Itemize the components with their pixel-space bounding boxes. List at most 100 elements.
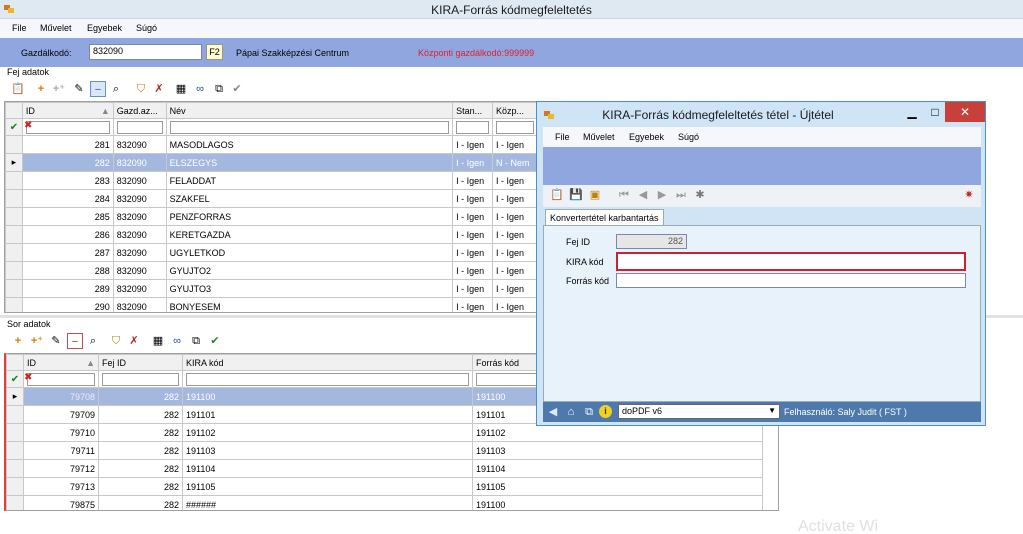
filter-icon[interactable]: ⛉ bbox=[108, 333, 124, 349]
delete-icon[interactable]: − bbox=[67, 333, 83, 349]
filter-apply-icon[interactable]: ✔ bbox=[6, 370, 24, 388]
filter-fej-id-input[interactable] bbox=[102, 372, 179, 386]
table-row-selected[interactable]: ▸ 282 832090 ELSZEGYS I - Igen N - Nem bbox=[5, 153, 538, 172]
table-row[interactable]: 79713 282 191105 191105 bbox=[6, 477, 763, 496]
col-header-kozp[interactable]: Közp... bbox=[492, 102, 538, 119]
table-row[interactable]: 286 832090 KERETGAZDA I - Igen I - Igen bbox=[5, 225, 538, 244]
filter-fej-id[interactable] bbox=[98, 370, 183, 388]
col-header-fej-id[interactable]: Fej ID bbox=[98, 354, 183, 371]
filter-kozp-input[interactable] bbox=[496, 120, 534, 134]
info-icon[interactable]: i bbox=[599, 405, 612, 418]
home-icon[interactable]: ⌂ bbox=[563, 404, 579, 420]
chevron-down-icon[interactable]: ▼ bbox=[768, 406, 776, 415]
run-icon[interactable]: ✱ bbox=[692, 187, 708, 203]
windows-icon[interactable]: ⧉ bbox=[581, 404, 597, 420]
col-header-nev[interactable]: Név bbox=[165, 102, 454, 119]
last-record-icon[interactable]: ⏭ bbox=[673, 187, 689, 203]
table-row[interactable]: 79712 282 191104 191104 bbox=[6, 459, 763, 478]
menu-file[interactable]: File bbox=[12, 23, 27, 33]
export-icon[interactable]: 📋 bbox=[549, 187, 565, 203]
first-record-icon[interactable]: ⏮ bbox=[616, 187, 632, 203]
table-row[interactable]: 284 832090 SZAKFEL I - Igen I - Igen bbox=[5, 189, 538, 208]
filter-kira-input[interactable] bbox=[186, 372, 469, 386]
window-title: KIRA-Forrás kódmegfeleltetés bbox=[431, 3, 592, 17]
filter-id-input[interactable] bbox=[27, 372, 95, 386]
export-icon[interactable]: 📋 bbox=[10, 81, 26, 97]
f2-lookup-button[interactable]: F2 bbox=[206, 44, 223, 60]
filter-clear-icon[interactable]: ✖ bbox=[24, 372, 32, 383]
menu-muvelet[interactable]: Művelet bbox=[40, 23, 72, 33]
table-row[interactable]: 79710 282 191102 191102 bbox=[6, 423, 763, 442]
clear-filter-icon[interactable]: ✗ bbox=[151, 81, 167, 97]
filter-kozp[interactable] bbox=[492, 118, 538, 136]
prev-record-icon[interactable]: ◀ bbox=[635, 187, 651, 203]
delete-icon[interactable]: − bbox=[90, 81, 106, 97]
col-header-gazd[interactable]: Gazd.az... bbox=[112, 102, 167, 119]
search-icon[interactable]: ⌕ bbox=[108, 81, 124, 97]
save-close-icon[interactable]: ▣ bbox=[587, 187, 603, 203]
menu-sugo[interactable]: Súgó bbox=[136, 23, 157, 33]
filter-gazd[interactable] bbox=[112, 118, 167, 136]
copy-icon[interactable]: ⧉ bbox=[188, 333, 204, 349]
add-multiple-icon[interactable]: +⁺ bbox=[29, 333, 45, 349]
table-row[interactable]: 281 832090 MASODLAGOS I - Igen I - Igen bbox=[5, 135, 538, 154]
search-icon[interactable]: ⌕ bbox=[85, 333, 101, 349]
kira-kod-input[interactable] bbox=[616, 252, 966, 271]
clear-filter-icon[interactable]: ✗ bbox=[126, 333, 142, 349]
filter-gazd-input[interactable] bbox=[116, 120, 163, 134]
dialog-title-bar[interactable]: KIRA-Forrás kódmegfeleltetés tétel - Újt… bbox=[537, 102, 985, 127]
filter-clear-icon[interactable]: ✖ bbox=[24, 120, 32, 131]
table-row[interactable]: 79875 282 ###### 191100 bbox=[6, 495, 763, 510]
filter-id[interactable] bbox=[21, 118, 114, 136]
grid-icon[interactable]: ▦ bbox=[173, 81, 189, 97]
filter-stan-input[interactable] bbox=[456, 120, 490, 134]
save-icon[interactable]: 💾 bbox=[568, 187, 584, 203]
gazdalkodo-input[interactable]: 832090 bbox=[89, 44, 202, 60]
filter-id[interactable] bbox=[23, 370, 99, 388]
filter-id-input[interactable] bbox=[25, 120, 110, 134]
add-icon[interactable]: + bbox=[33, 81, 49, 97]
check-down-icon[interactable]: ✔ bbox=[207, 333, 223, 349]
filter-kira[interactable] bbox=[182, 370, 473, 388]
menu-file[interactable]: File bbox=[555, 132, 570, 142]
col-header-id[interactable]: ID ▲ bbox=[23, 354, 99, 371]
printer-select[interactable]: doPDF v6 ▼ bbox=[618, 404, 780, 419]
table-row[interactable]: 290 832090 BONYESEM I - Igen I - Igen bbox=[5, 297, 538, 312]
col-header-kira-kod[interactable]: KIRA kód bbox=[182, 354, 473, 371]
filter-stan[interactable] bbox=[452, 118, 494, 136]
grid-icon[interactable]: ▦ bbox=[150, 333, 166, 349]
menu-sugo[interactable]: Súgó bbox=[678, 132, 699, 142]
dialog-tab-strip: Konvertertétel karbantartás bbox=[543, 207, 981, 227]
table-row[interactable]: 289 832090 GYUJTO3 I - Igen I - Igen bbox=[5, 279, 538, 298]
forras-kod-input[interactable] bbox=[616, 273, 966, 288]
next-record-icon[interactable]: ▶ bbox=[654, 187, 670, 203]
table-row[interactable]: 287 832090 UGYLETKOD I - Igen I - Igen bbox=[5, 243, 538, 262]
edit-icon[interactable]: ✎ bbox=[71, 81, 87, 97]
link-icon[interactable]: ∞ bbox=[192, 81, 208, 97]
debug-icon[interactable]: ✷ bbox=[961, 187, 977, 203]
filter-icon[interactable]: ⛉ bbox=[133, 81, 149, 97]
col-header-id[interactable]: ID ▲ bbox=[21, 102, 114, 119]
menu-egyebek[interactable]: Egyebek bbox=[629, 132, 664, 142]
table-row[interactable]: 285 832090 PENZFORRAS I - Igen I - Igen bbox=[5, 207, 538, 226]
edit-icon[interactable]: ✎ bbox=[48, 333, 64, 349]
col-header-stan[interactable]: Stan... bbox=[452, 102, 494, 119]
minimize-button[interactable]: ▁ bbox=[900, 102, 924, 122]
link-icon[interactable]: ∞ bbox=[169, 333, 185, 349]
menu-egyebek[interactable]: Egyebek bbox=[87, 23, 122, 33]
close-button[interactable]: ✕ bbox=[945, 102, 985, 122]
add-multiple-icon[interactable]: +⁺ bbox=[51, 81, 67, 97]
back-icon[interactable]: ◀ bbox=[545, 404, 561, 420]
check-down-icon[interactable]: ✔ bbox=[229, 81, 245, 97]
filter-nev[interactable] bbox=[165, 118, 454, 136]
maximize-button[interactable]: □ bbox=[925, 102, 945, 122]
menu-muvelet[interactable]: Művelet bbox=[583, 132, 615, 142]
table-row[interactable]: 288 832090 GYUJTO2 I - Igen I - Igen bbox=[5, 261, 538, 280]
table-row[interactable]: 79711 282 191103 191103 bbox=[6, 441, 763, 460]
copy-icon[interactable]: ⧉ bbox=[211, 81, 227, 97]
filter-nev-input[interactable] bbox=[169, 120, 450, 134]
table-row[interactable]: 283 832090 FELADDAT I - Igen I - Igen bbox=[5, 171, 538, 190]
filter-apply-icon[interactable]: ✔ bbox=[5, 118, 23, 136]
forras-kod-label: Forrás kód bbox=[566, 276, 610, 286]
add-icon[interactable]: + bbox=[10, 333, 26, 349]
